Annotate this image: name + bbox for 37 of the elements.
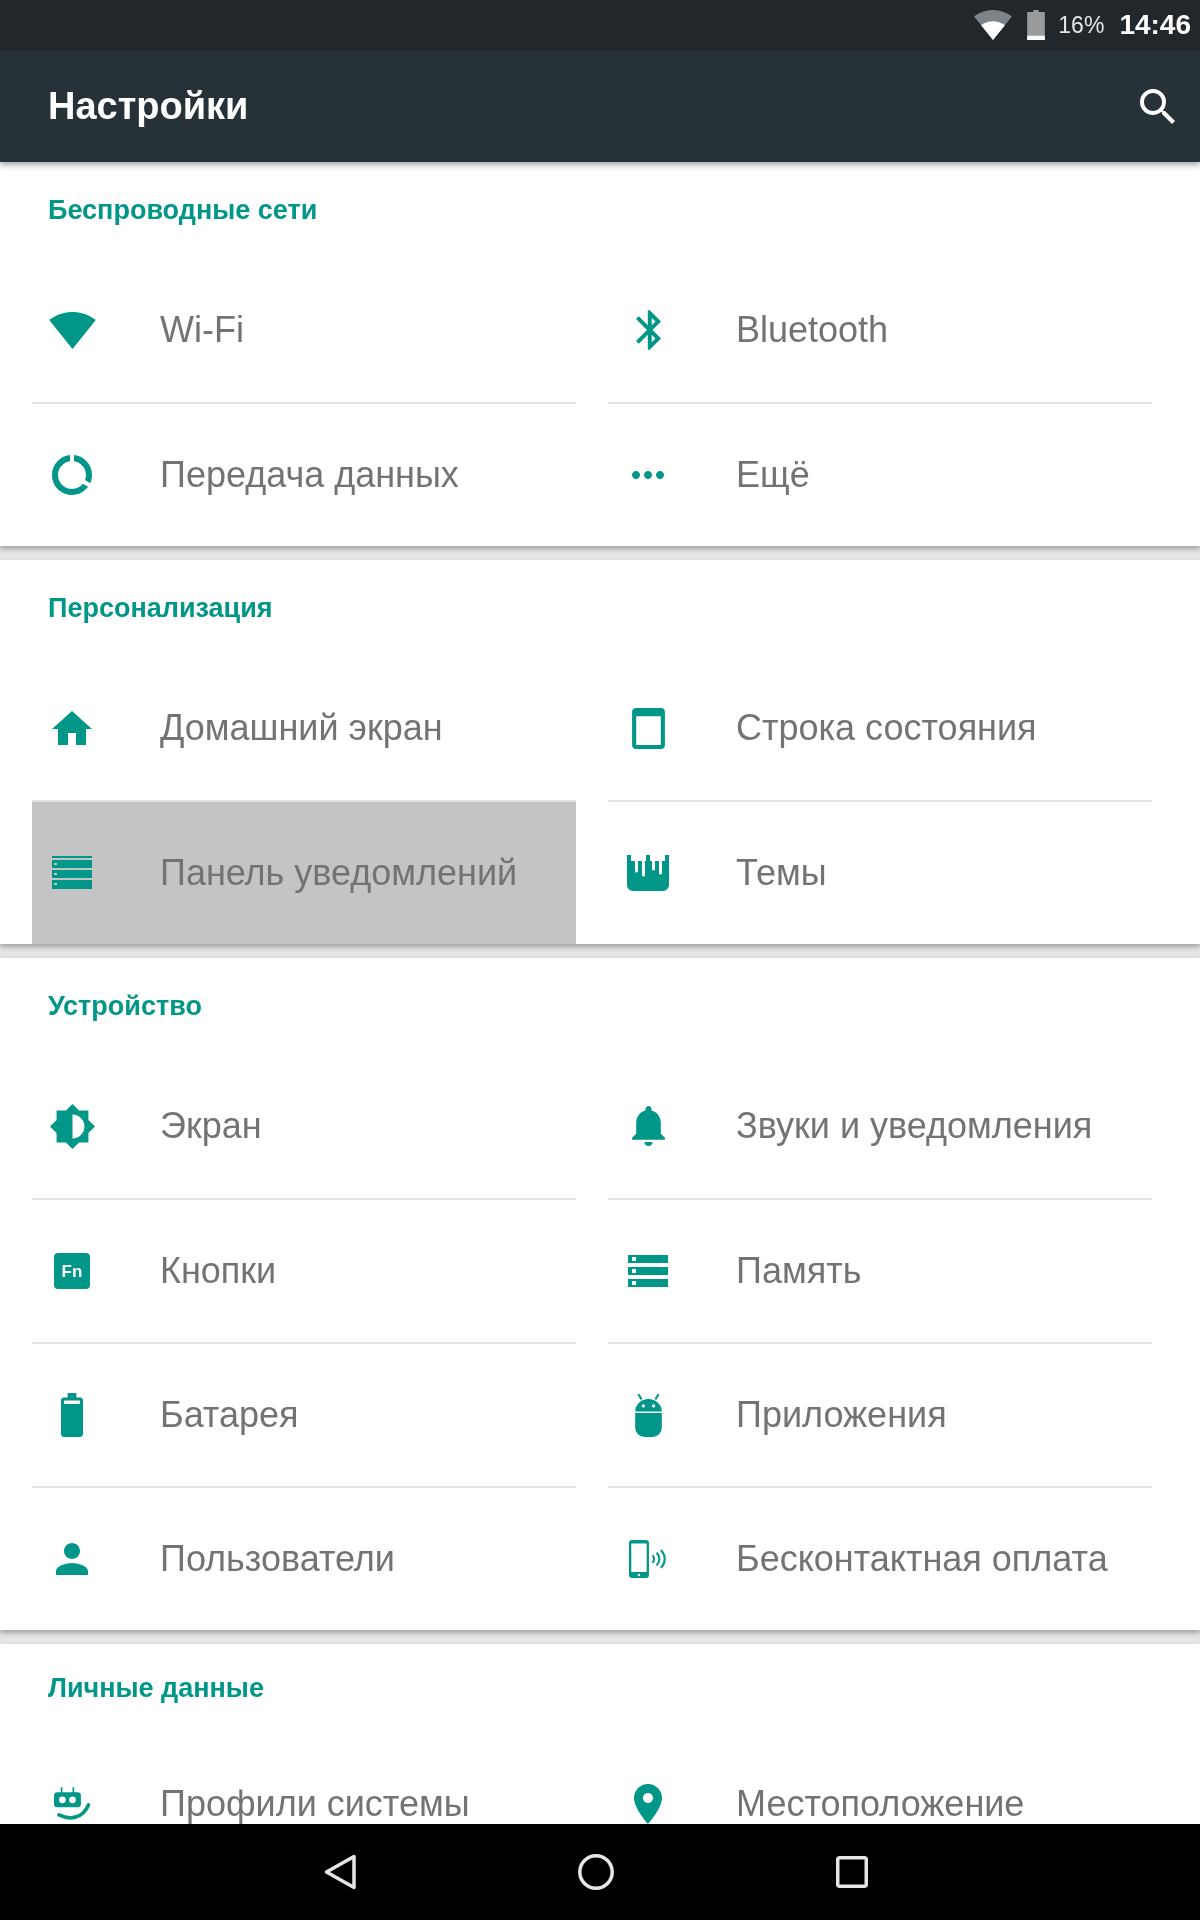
settings-item[interactable]: Пользователи [32,1486,576,1630]
home-icon [52,711,92,745]
settings-item[interactable]: Бесконтактная оплата [608,1486,1152,1630]
stacked-bars-icon [628,1255,668,1287]
brightness-icon [49,1103,95,1149]
app-title: Настройки [48,87,249,125]
battery-icon [1027,10,1046,40]
paint-drip-icon [627,855,669,891]
more-dots-icon [632,471,664,479]
search-icon[interactable] [1140,88,1175,124]
data-usage-icon [52,455,92,495]
settings-item[interactable]: Передача данных [32,402,576,546]
phone-waves-icon [629,1540,667,1578]
robot-mascot-icon [53,1787,91,1821]
settings-item[interactable]: Панель уведомлений [32,800,576,944]
battery-percent: 16% [1058,13,1105,37]
person-icon [56,1543,88,1575]
recents-square-icon[interactable] [836,1856,868,1888]
settings-item[interactable]: Ещё [608,402,1152,546]
home-circle-icon[interactable] [578,1854,614,1890]
section-title: Беспроводные сети [48,196,318,224]
status-bar-frame-icon [631,707,665,749]
wifi-signal-icon [974,10,1013,40]
clock-time: 14:46 [1119,11,1191,39]
fn-key-icon: Fn [54,1253,90,1289]
battery-icon [61,1393,83,1437]
settings-item[interactable]: Темы [608,800,1152,944]
back-triangle-icon[interactable] [324,1854,356,1890]
location-pin-icon [634,1784,662,1824]
section-title: Персонализация [48,594,273,622]
robot-icon [633,1393,663,1437]
bell-icon [631,1106,665,1146]
section-title: Устройство [48,992,202,1020]
wifi-icon [48,311,96,349]
bluetooth-icon [635,310,661,350]
stacked-panels-icon [52,856,92,890]
section-title: Личные данные [48,1674,264,1702]
